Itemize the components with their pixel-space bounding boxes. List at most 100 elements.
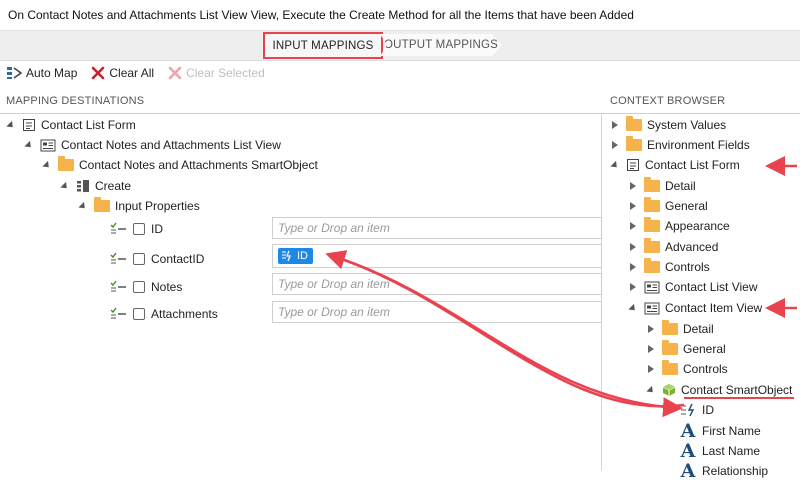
ctx-field-row[interactable]: A Last Name — [680, 441, 760, 461]
property-drop-field[interactable]: Type or Drop an item — [272, 301, 602, 323]
expand-icon[interactable] — [630, 243, 636, 251]
clear-all-label: Clear All — [109, 66, 155, 80]
clear-selected-button[interactable]: Clear Selected — [168, 66, 265, 80]
view-icon — [644, 281, 660, 294]
form-icon — [626, 158, 640, 172]
text-field-icon: A — [680, 420, 696, 442]
folder-icon — [644, 197, 660, 212]
expand-icon[interactable] — [648, 345, 654, 353]
expand-icon[interactable] — [612, 141, 618, 149]
ctx-node-list-view[interactable]: Contact List View — [628, 277, 758, 297]
property-drop-field[interactable]: Type or Drop an item — [272, 273, 602, 295]
ctx-node-folder[interactable]: Detail — [646, 319, 714, 339]
expand-icon[interactable] — [630, 283, 636, 291]
folder-icon — [644, 177, 660, 192]
ctx-field-row[interactable]: A Relationship — [680, 461, 768, 481]
ctx-node-folder[interactable]: Controls — [628, 257, 710, 277]
ctx-node-item-view[interactable]: Contact Item View — [628, 298, 762, 318]
ctx-node-form[interactable]: Contact List Form — [610, 155, 740, 175]
collapse-icon[interactable] — [24, 140, 34, 150]
expand-icon[interactable] — [630, 202, 636, 210]
collapse-icon[interactable] — [610, 160, 620, 170]
ctx-folder-label: Appearance — [665, 219, 730, 233]
environment-fields-label: Environment Fields — [647, 138, 750, 152]
ctx-node-folder[interactable]: General — [646, 339, 726, 359]
folder-icon — [662, 360, 678, 375]
mapping-property-icon — [110, 280, 128, 294]
property-row: ContactID — [110, 249, 204, 269]
collapse-icon[interactable] — [60, 181, 70, 191]
property-drop-field[interactable]: ID — [272, 244, 602, 268]
ctx-list-view-label: Contact List View — [665, 280, 758, 294]
mapped-item-chip[interactable]: ID — [278, 248, 313, 264]
ctx-folder-label: Detail — [665, 179, 696, 193]
ctx-smartobject-label: Contact SmartObject — [681, 383, 793, 397]
text-field-icon: A — [680, 460, 696, 482]
rule-title: On Contact Notes and Attachments List Vi… — [0, 0, 800, 31]
property-checkbox[interactable] — [133, 281, 145, 293]
collapse-icon[interactable] — [78, 201, 88, 211]
folder-icon — [626, 136, 642, 151]
property-row: ID — [110, 219, 163, 239]
ctx-node-folder[interactable]: Appearance — [628, 216, 730, 236]
mapping-property-icon — [110, 252, 128, 266]
input-properties-label: Input Properties — [115, 199, 200, 213]
auto-map-button[interactable]: Auto Map — [6, 66, 77, 80]
system-values-label: System Values — [647, 118, 727, 132]
tab-input-mappings[interactable]: INPUT MAPPINGS — [263, 32, 383, 59]
clear-all-button[interactable]: Clear All — [91, 66, 154, 80]
ctx-field-label: Relationship — [702, 464, 769, 478]
tree-node-create-method[interactable]: Create — [60, 176, 131, 196]
mapping-destinations-header: MAPPING DESTINATIONS — [6, 95, 145, 107]
field-icon — [281, 250, 293, 262]
expand-icon[interactable] — [630, 222, 636, 230]
ctx-node-folder[interactable]: General — [628, 196, 708, 216]
mapping-property-icon — [110, 307, 128, 321]
collapse-icon[interactable] — [628, 303, 638, 313]
ctx-node-folder[interactable]: Controls — [646, 359, 728, 379]
expand-icon[interactable] — [630, 182, 636, 190]
folder-icon — [58, 156, 74, 171]
collapse-icon[interactable] — [42, 160, 52, 170]
expand-icon[interactable] — [648, 325, 654, 333]
ctx-folder-label: Advanced — [665, 240, 719, 254]
expand-icon[interactable] — [630, 263, 636, 271]
ctx-field-row[interactable]: ID — [680, 400, 714, 420]
ctx-node-environment-fields[interactable]: Environment Fields — [610, 135, 750, 155]
smartobject-label: Contact Notes and Attachments SmartObjec… — [79, 158, 318, 172]
property-label: ID — [151, 222, 163, 236]
ctx-folder-label: Controls — [665, 260, 710, 274]
tree-node-smartobject[interactable]: Contact Notes and Attachments SmartObjec… — [42, 155, 318, 175]
auto-map-icon — [6, 66, 22, 80]
ctx-field-label: Last Name — [702, 444, 761, 458]
property-label: Attachments — [151, 307, 218, 321]
ctx-field-row[interactable]: A First Name — [680, 421, 761, 441]
ctx-item-view-label: Contact Item View — [665, 301, 763, 315]
property-checkbox[interactable] — [133, 253, 145, 265]
collapse-icon[interactable] — [6, 120, 16, 130]
view-label: Contact Notes and Attachments List View — [61, 138, 281, 152]
ctx-node-folder[interactable]: Detail — [628, 176, 696, 196]
collapse-icon[interactable] — [646, 385, 656, 395]
ctx-form-label: Contact List Form — [645, 158, 740, 172]
ctx-node-system-values[interactable]: System Values — [610, 115, 726, 135]
tree-node-view[interactable]: Contact Notes and Attachments List View — [24, 135, 281, 155]
property-drop-field[interactable]: Type or Drop an item — [272, 217, 602, 239]
clear-all-icon — [91, 66, 105, 80]
folder-icon — [662, 320, 678, 335]
tab-output-mappings[interactable]: OUTPUT MAPPINGS — [380, 34, 502, 56]
ctx-field-label: ID — [702, 403, 714, 417]
ctx-node-folder[interactable]: Advanced — [628, 237, 718, 257]
mapping-steps: INPUT MAPPINGS OUTPUT MAPPINGS — [0, 31, 800, 61]
ctx-folder-label: General — [683, 342, 726, 356]
text-field-icon: A — [680, 440, 696, 462]
property-checkbox[interactable] — [133, 308, 145, 320]
property-checkbox[interactable] — [133, 223, 145, 235]
folder-icon — [644, 217, 660, 232]
expand-icon[interactable] — [648, 365, 654, 373]
expand-icon[interactable] — [612, 121, 618, 129]
highlight-underline — [684, 397, 794, 399]
property-label: ContactID — [151, 252, 205, 266]
tree-node-input-properties[interactable]: Input Properties — [78, 196, 200, 216]
tree-node-form[interactable]: Contact List Form — [6, 115, 136, 135]
